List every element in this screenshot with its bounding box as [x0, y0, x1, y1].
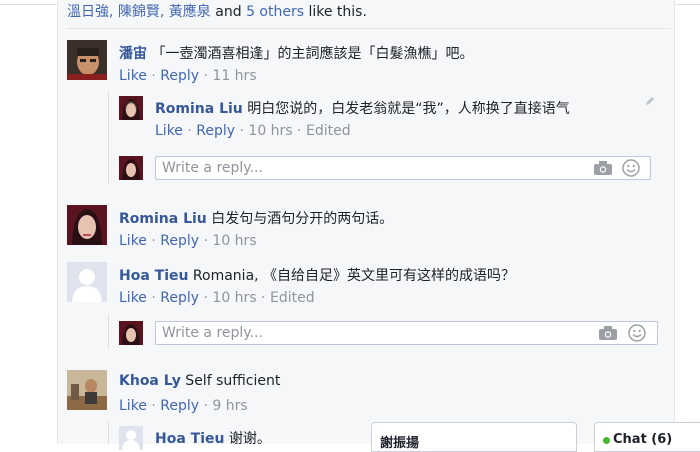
edit-pencil-icon[interactable]	[644, 95, 656, 111]
avatar[interactable]	[119, 426, 143, 450]
reply-link[interactable]: Reply	[196, 123, 235, 139]
like-link[interactable]: Like	[119, 398, 147, 414]
comment-author[interactable]: Romina Liu	[155, 101, 243, 117]
separator	[67, 28, 671, 29]
reply-input[interactable]	[162, 324, 522, 342]
comment-actions: Like · Reply · 10 hrs · Edited	[119, 290, 315, 306]
avatar[interactable]	[119, 96, 143, 120]
comment-1: 潘宙 「一壺濁酒喜相逢」的主詞應該是「白髮漁樵」吧。	[119, 46, 474, 62]
thread-line	[108, 314, 109, 349]
reply-box	[155, 156, 651, 180]
avatar-photo	[67, 40, 107, 80]
reply-link[interactable]: Reply	[160, 233, 199, 249]
comment-4: Khoa Ly Self sufficient	[119, 373, 281, 389]
default-avatar-icon	[67, 262, 107, 302]
reply-2: Hoa Tieu 谢谢。	[155, 431, 271, 447]
avatar-photo	[119, 156, 143, 180]
comment-author[interactable]: Hoa Tieu	[119, 268, 188, 284]
avatar[interactable]	[67, 40, 107, 80]
like-link[interactable]: Like	[119, 68, 147, 84]
reply-box	[155, 321, 658, 345]
comment-actions: Like · Reply · 10 hrs	[119, 233, 257, 249]
default-avatar-icon	[119, 426, 143, 450]
chat-sidebar-tab[interactable]: Chat (6)	[594, 422, 700, 452]
others-link[interactable]: 5 others	[246, 4, 304, 20]
reply-link[interactable]: Reply	[160, 398, 199, 414]
comment-2: Romina Liu 白发句与酒句分开的两句话。	[119, 211, 394, 227]
reply-link[interactable]: Reply	[160, 290, 199, 306]
comment-author[interactable]: Romina Liu	[119, 211, 207, 227]
comment-author[interactable]: 潘宙	[119, 46, 147, 62]
likers-names[interactable]: 溫日強, 陳錦賢, 黃應泉	[67, 4, 211, 20]
comment-actions: Like · Reply · 9 hrs	[119, 398, 248, 414]
timestamp[interactable]: 9 hrs	[212, 398, 247, 414]
like-link[interactable]: Like	[119, 233, 147, 249]
timestamp[interactable]: 10 hrs	[212, 233, 256, 249]
comment-3: Hoa Tieu Romania, 《自给自足》英文里可有这样的成语吗？	[119, 268, 516, 284]
reply-link[interactable]: Reply	[160, 68, 199, 84]
timestamp[interactable]: 11 hrs	[212, 68, 256, 84]
comment-actions: Like · Reply · 10 hrs · Edited	[155, 123, 351, 139]
chat-tab-label: Chat (6)	[613, 432, 673, 447]
avatar	[119, 321, 143, 345]
avatar-photo	[67, 205, 107, 245]
chat-window-tab[interactable]: 謝振揚	[371, 422, 577, 452]
avatar[interactable]	[67, 205, 107, 245]
thread-line	[108, 92, 109, 184]
edited-label[interactable]: Edited	[270, 290, 315, 306]
timestamp[interactable]: 10 hrs	[212, 290, 256, 306]
online-dot-icon	[603, 437, 610, 444]
emoji-icon[interactable]	[622, 159, 640, 181]
avatar-photo	[119, 96, 143, 120]
avatar[interactable]	[67, 370, 107, 410]
reply-input[interactable]	[162, 159, 522, 177]
comment-author[interactable]: Khoa Ly	[119, 373, 181, 389]
camera-icon[interactable]	[594, 161, 612, 179]
thread-line	[108, 422, 109, 444]
avatar-photo	[119, 321, 143, 345]
like-link[interactable]: Like	[155, 123, 183, 139]
emoji-icon[interactable]	[628, 324, 646, 346]
edited-label[interactable]: Edited	[306, 123, 351, 139]
avatar-photo	[67, 370, 107, 410]
like-link[interactable]: Like	[119, 290, 147, 306]
comment-actions: Like · Reply · 11 hrs	[119, 68, 257, 84]
comment-author[interactable]: Hoa Tieu	[155, 431, 224, 447]
likes-summary: 溫日強, 陳錦賢, 黃應泉 and 5 others like this.	[67, 4, 367, 20]
camera-icon[interactable]	[599, 326, 617, 344]
avatar[interactable]	[67, 262, 107, 302]
timestamp[interactable]: 10 hrs	[248, 123, 292, 139]
avatar	[119, 156, 143, 180]
reply-1: Romina Liu 明白您说的，白发老翁就是“我”，人称换了直接语气	[155, 101, 570, 117]
